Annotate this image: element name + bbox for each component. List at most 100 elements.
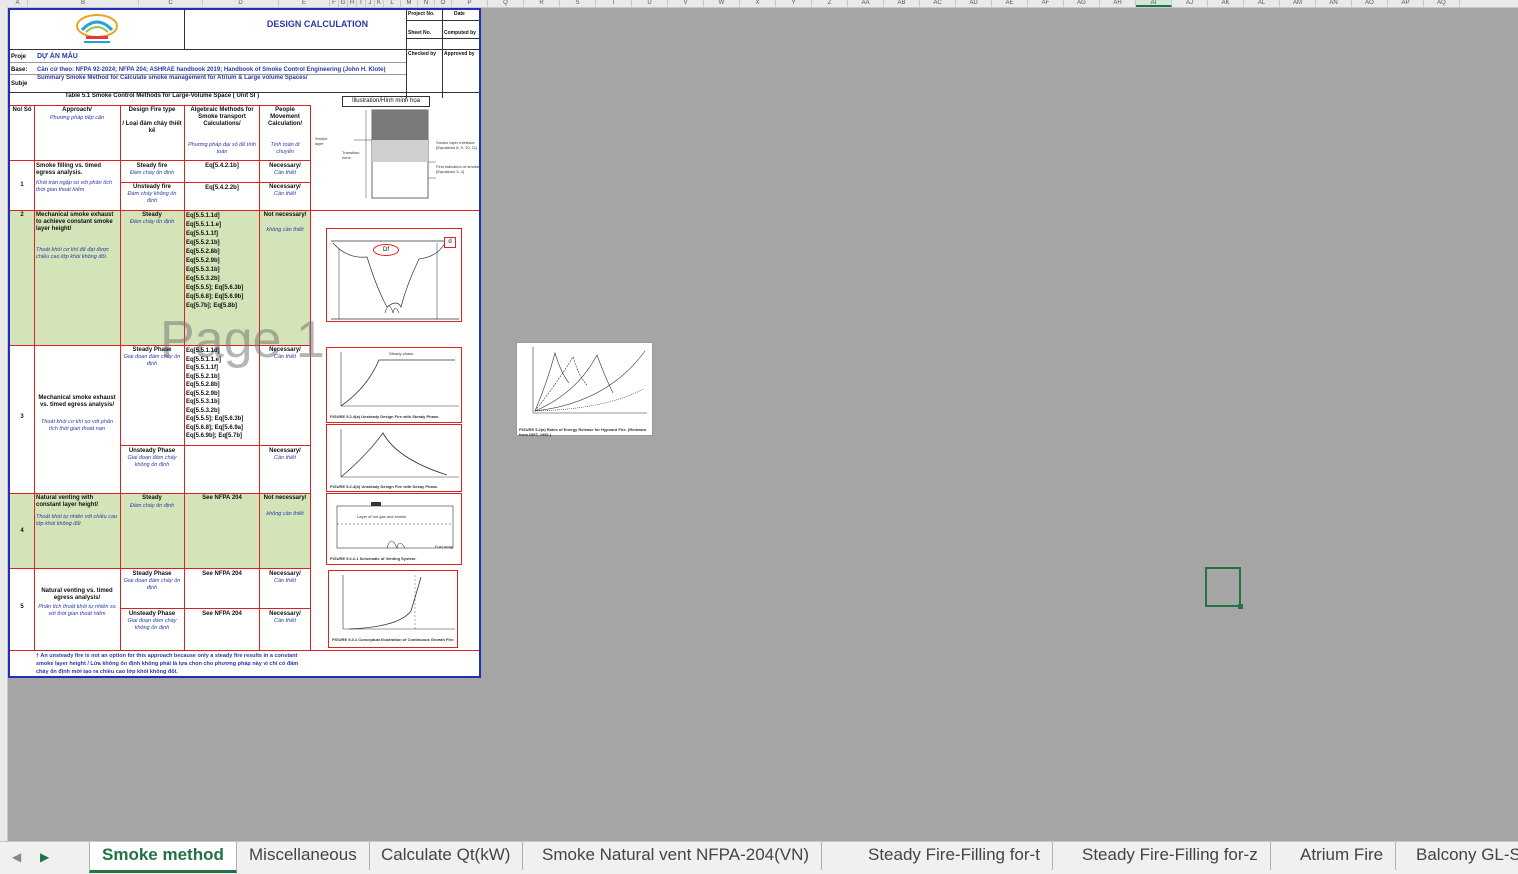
sheet-tab-steady-fire-filling-for-t[interactable]: Steady Fire-Filling for-t [856, 842, 1053, 870]
column-header-ag[interactable]: AG [1064, 0, 1100, 7]
row-3-fire-1: Steady Phase [132, 347, 172, 353]
column-header-ac[interactable]: AC [920, 0, 956, 7]
sheet-tab-calculate-qt-kw[interactable]: Calculate Qt(kW) [369, 842, 524, 870]
column-header-s[interactable]: S [560, 0, 596, 7]
column-header-ad[interactable]: AD [956, 0, 992, 7]
column-header-ak[interactable]: AK [1208, 0, 1244, 7]
column-header-g[interactable]: G [339, 0, 348, 7]
column-header-al[interactable]: AL [1244, 0, 1280, 7]
row-3-fire-1-vn: Giai đoạn đám cháy ổn định [123, 354, 181, 367]
column-header-r[interactable]: R [524, 0, 560, 7]
column-header-z[interactable]: Z [812, 0, 848, 7]
energy-release-figure[interactable]: FIGURE 5.2(a) Rates of Energy Release fo… [516, 342, 653, 437]
tab-scroll-left-icon[interactable]: ◀ [12, 850, 21, 864]
row-1-fire-1-vn: Đám cháy ổn định [129, 170, 175, 176]
column-header-l[interactable]: L [384, 0, 401, 7]
base-label: Base: [11, 67, 28, 73]
d-label: d [444, 237, 456, 248]
column-header-ap[interactable]: AP [1388, 0, 1424, 7]
column-header-w[interactable]: W [704, 0, 740, 7]
column-header-t[interactable]: T [596, 0, 632, 7]
df-label: Df [373, 244, 399, 256]
column-header-aj[interactable]: AJ [1172, 0, 1208, 7]
column-header-x[interactable]: X [740, 0, 776, 7]
column-header-m[interactable]: M [401, 0, 418, 7]
row-5-fire-1-vn: Giai đoạn đám cháy ổn định [123, 578, 181, 591]
column-header-an[interactable]: AN [1316, 0, 1352, 7]
column-header-c[interactable]: C [139, 0, 203, 7]
column-header-n[interactable]: N [418, 0, 435, 7]
active-cell-cursor[interactable] [1205, 567, 1243, 609]
sheet-tab-smoke-method[interactable]: Smoke method [89, 842, 237, 873]
sheet-tab-smoke-natural-vent-nfpa-204-vn[interactable]: Smoke Natural vent NFPA-204(VN) [530, 842, 823, 870]
column-header-ai[interactable]: AI [1136, 0, 1172, 7]
row-1-fire-2: Unsteady fire [132, 184, 171, 190]
column-header-ah[interactable]: AH [1100, 0, 1136, 7]
column-header-k[interactable]: K [375, 0, 384, 7]
column-header-aa[interactable]: AA [848, 0, 884, 7]
column-header-ab[interactable]: AB [884, 0, 920, 7]
row-3-people-1-vn: Cần thiết [273, 354, 296, 360]
column-header-e[interactable]: E [279, 0, 330, 7]
sheet-tab-steady-fire-filling-for-z[interactable]: Steady Fire-Filling for-z [1070, 842, 1271, 870]
tab-scroll-right-icon[interactable]: ▶ [40, 850, 49, 864]
column-header-i[interactable]: I [357, 0, 366, 7]
column-header-y[interactable]: Y [776, 0, 812, 7]
row-3-fire-2-vn: Giai đoạn đám cháy không ổn định [127, 455, 177, 468]
col-people-header-vn: Tính toán di chuyển [270, 142, 300, 155]
column-header-b[interactable]: B [28, 0, 139, 7]
row-3-fire-2: Unsteady Phase [128, 448, 176, 454]
column-header-p[interactable]: P [452, 0, 488, 7]
col-no-header: No/ Số [12, 107, 32, 113]
row-2-people: Not necessary/ [263, 212, 307, 218]
date-label: Date [454, 11, 465, 17]
column-header-u[interactable]: U [632, 0, 668, 7]
column-header-a[interactable]: A [8, 0, 28, 7]
fig-transition-label: Transition zone [342, 150, 360, 160]
design-calculation-sheet[interactable]: DESIGN CALCULATION Project No. Date Shee… [8, 8, 481, 678]
project-no-label: Project No. [408, 11, 435, 17]
col-alg-header-vn: Phương pháp đại số để tính toán [188, 142, 256, 155]
row-3-alg: Eq[5.5.1.1d] Eq[5.5.1.1.e] Eq[5.5.1.1f] … [186, 348, 244, 439]
row-5-alg-1: See NFPA 204 [202, 571, 242, 577]
column-header-o[interactable]: O [435, 0, 452, 7]
sheet-tab-balcony-gl-si[interactable]: Balcony GL-SI [1404, 842, 1518, 870]
row-1-fire-1: Steady fire [136, 163, 168, 169]
column-header-v[interactable]: V [668, 0, 704, 7]
column-header-d[interactable]: D [203, 0, 279, 7]
fig-9-3-1-caption: FIGURE 9.3.1 Conceptual Illustration of … [332, 637, 455, 642]
row-1-approach: Smoke filling vs. timed egress analysis. [36, 163, 102, 176]
row-5-people-2-vn: Cần thiết [273, 618, 296, 624]
column-header-j[interactable]: J [366, 0, 375, 7]
column-header-h[interactable]: H [348, 0, 357, 7]
row-1-people-2: Necessary/ [269, 184, 301, 190]
fig-first-indication-label: First indication of smoke (Equations 3, … [436, 164, 480, 174]
row-2-alg: Eq[5.5.1.1d] Eq[5.5.1.1.e] Eq[5.5.1.1f] … [186, 213, 244, 309]
sheet-tab-miscellaneous[interactable]: Miscellaneous [237, 842, 370, 870]
row-2-approach: Mechanical smoke exhaust to achieve cons… [36, 212, 114, 232]
row-1-approach-vn: Khói tràn ngập so với phân tích thời gia… [36, 180, 113, 193]
column-header-ae[interactable]: AE [992, 0, 1028, 7]
column-header-aq[interactable]: AQ [1424, 0, 1460, 7]
column-header-ao[interactable]: AO [1352, 0, 1388, 7]
row-5-alg-2: See NFPA 204 [202, 611, 242, 617]
smoke-filling-figure [354, 109, 436, 199]
column-header-f[interactable]: F [330, 0, 339, 7]
row-1-fire-2-vn: Đám cháy không ổn định [127, 191, 177, 204]
column-header-am[interactable]: AM [1280, 0, 1316, 7]
approved-by-label: Approved by [444, 51, 475, 57]
sheet-tab-bar: ◀ ▶ Smoke method Miscellaneous Calculate Q… [0, 841, 1518, 874]
row-4-fire-vn: Đám cháy ổn định [129, 503, 175, 509]
steady-phase-fire-figure: Steady phase FIGURE 5.2.4(a) Unsteady De… [326, 347, 462, 423]
column-header-q[interactable]: Q [488, 0, 524, 7]
column-header-af[interactable]: AF [1028, 0, 1064, 7]
row-5-people-1-vn: Cần thiết [273, 578, 296, 584]
row-1-people-2-vn: Cần thiết [273, 191, 296, 197]
row-1-people-1-vn: Cần thiết [273, 170, 296, 176]
col-approach-header-vn: Phương pháp tiếp cận [49, 115, 105, 121]
row-2-fire: Steady [142, 212, 162, 218]
sheet-tab-atrium-fire[interactable]: Atrium Fire [1288, 842, 1397, 870]
fuel-array-label: Fuel array [435, 544, 454, 549]
project-value: DỰ ÁN MẪU [37, 53, 78, 60]
row-5-approach-vn: Phân tích thoát khói tự nhiên so với thờ… [38, 604, 116, 617]
